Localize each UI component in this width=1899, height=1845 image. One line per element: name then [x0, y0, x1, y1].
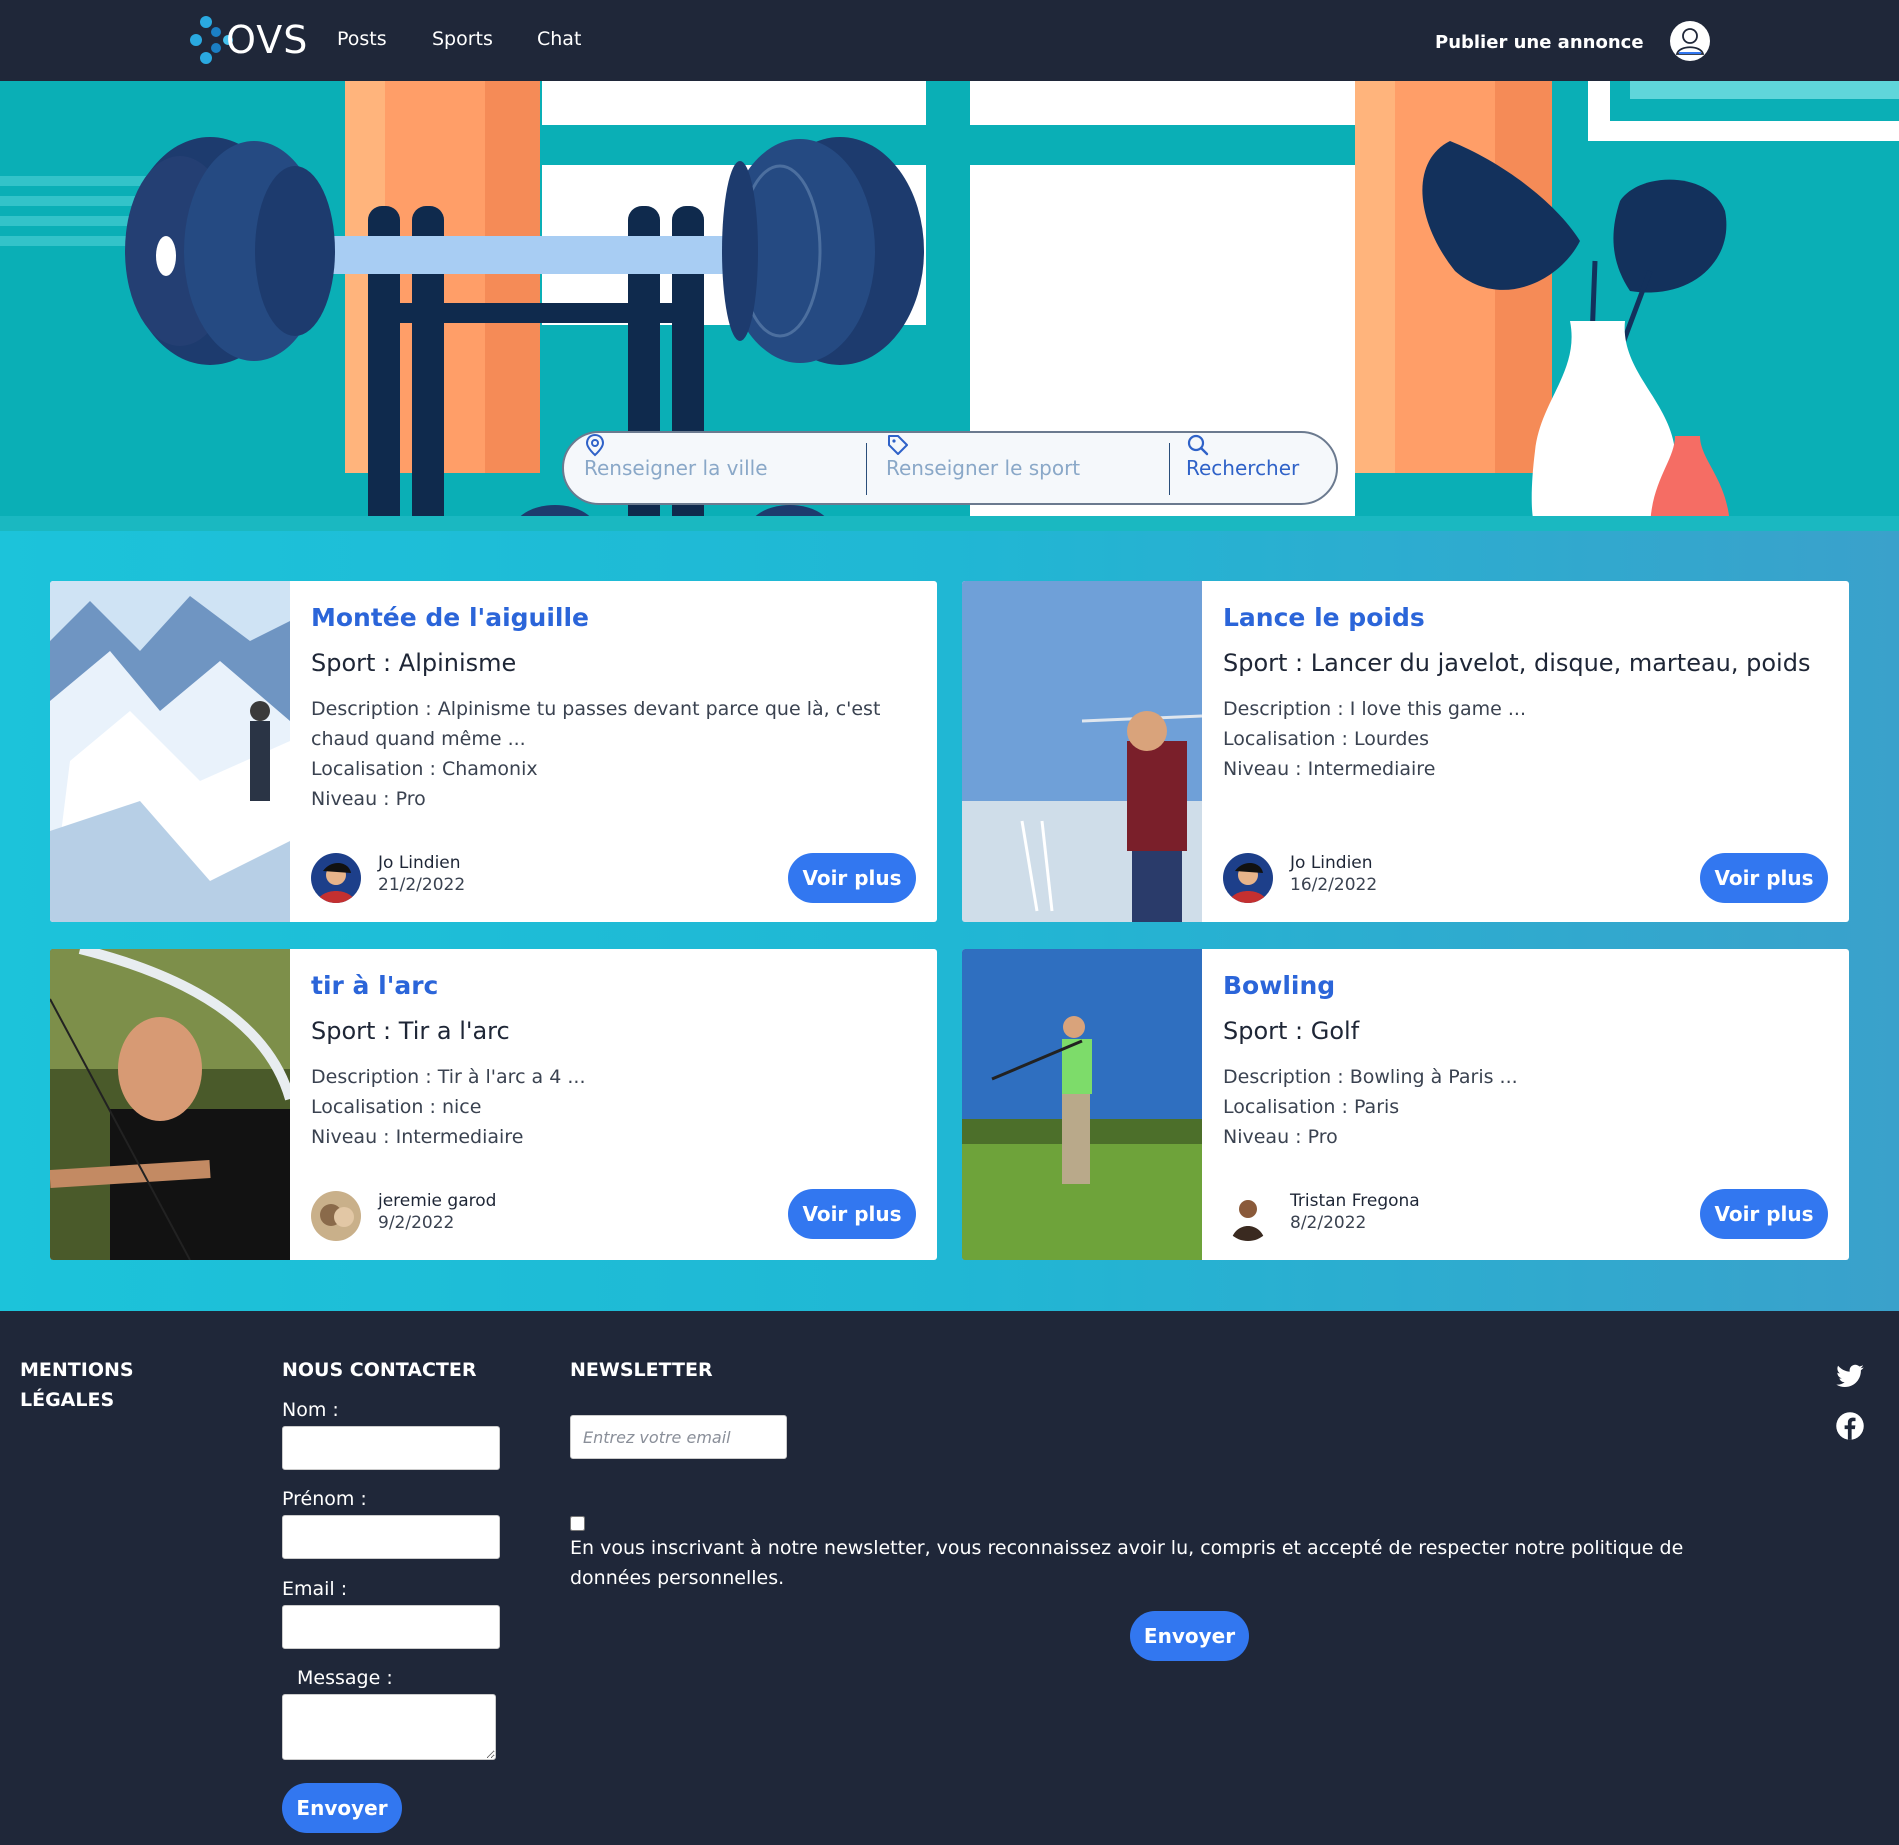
logo-text: OVS — [226, 18, 309, 62]
author-avatar — [311, 853, 361, 903]
post-info: Description : Bowling à Paris ... Locali… — [1223, 1062, 1823, 1152]
post-info: Description : Alpinisme tu passes devant… — [311, 694, 911, 814]
post-level: Niveau : Pro — [1223, 1126, 1338, 1148]
newsletter-email-input[interactable] — [570, 1415, 787, 1459]
user-icon — [1675, 28, 1705, 55]
contact-send-button[interactable]: Envoyer — [282, 1783, 402, 1833]
post-sport: Sport : Tir a l'arc — [311, 1017, 510, 1045]
newsletter-send-button[interactable]: Envoyer — [1130, 1611, 1249, 1661]
post-title[interactable]: tir à l'arc — [311, 971, 438, 1000]
nav-link-posts[interactable]: Posts — [337, 28, 387, 50]
post-date: 9/2/2022 — [378, 1213, 455, 1233]
author-name: Tristan Fregona — [1290, 1191, 1420, 1211]
sport-field — [886, 433, 1116, 503]
footer: MENTIONS LÉGALES NOUS CONTACTER Nom : Pr… — [0, 1311, 1899, 1845]
post-description: Description : I love this game ... — [1223, 698, 1526, 720]
post-sport: Sport : Golf — [1223, 1017, 1360, 1045]
post-card: Montée de l'aiguille Sport : Alpinisme D… — [50, 581, 937, 922]
post-description: Description : Bowling à Paris ... — [1223, 1066, 1518, 1088]
email-label: Email : — [282, 1578, 348, 1600]
post-location: Localisation : Lourdes — [1223, 728, 1429, 750]
user-avatar[interactable] — [1670, 21, 1710, 61]
author-avatar — [1223, 1191, 1273, 1241]
post-info: Description : Tir à l'arc a 4 ... Locali… — [311, 1062, 911, 1152]
publish-ad-link[interactable]: Publier une annonce — [1435, 32, 1644, 53]
message-label: Message : — [297, 1667, 393, 1689]
search-separator — [1169, 443, 1170, 495]
post-title[interactable]: Bowling — [1223, 971, 1335, 1000]
newsletter-heading: NEWSLETTER — [570, 1359, 713, 1381]
search-separator — [866, 443, 867, 495]
post-card: Bowling Sport : Golf Description : Bowli… — [962, 949, 1849, 1260]
hero-banner: Rechercher — [0, 81, 1899, 531]
prenom-label: Prénom : — [282, 1488, 367, 1510]
search-button[interactable]: Rechercher — [1186, 433, 1299, 503]
author-avatar — [311, 1191, 361, 1241]
nom-input[interactable] — [282, 1426, 500, 1470]
post-image-archery — [50, 949, 290, 1260]
author-avatar — [1223, 853, 1273, 903]
city-input[interactable] — [584, 456, 814, 480]
author-name: Jo Lindien — [1290, 853, 1373, 873]
post-card: tir à l'arc Sport : Tir a l'arc Descript… — [50, 949, 937, 1260]
nav-link-sports[interactable]: Sports — [432, 28, 493, 50]
post-location: Localisation : nice — [311, 1096, 482, 1118]
search-icon — [1187, 434, 1209, 456]
tag-icon — [888, 435, 908, 455]
contact-heading: NOUS CONTACTER — [282, 1359, 477, 1381]
post-level: Niveau : Intermediaire — [1223, 758, 1436, 780]
post-sport: Sport : Alpinisme — [311, 649, 517, 677]
see-more-button[interactable]: Voir plus — [1700, 853, 1828, 903]
newsletter-consent-checkbox[interactable] — [570, 1516, 585, 1531]
post-card: Lance le poids Sport : Lancer du javelot… — [962, 581, 1849, 922]
see-more-button[interactable]: Voir plus — [1700, 1189, 1828, 1239]
city-field — [584, 433, 814, 503]
sport-input[interactable] — [886, 456, 1116, 480]
post-title[interactable]: Montée de l'aiguille — [311, 603, 589, 632]
prenom-input[interactable] — [282, 1515, 500, 1559]
author-name: Jo Lindien — [378, 853, 461, 873]
nom-label: Nom : — [282, 1399, 339, 1421]
see-more-button[interactable]: Voir plus — [788, 1189, 916, 1239]
newsletter-consent-text: En vous inscrivant à notre newsletter, v… — [570, 1537, 1684, 1589]
posts-section: Montée de l'aiguille Sport : Alpinisme D… — [0, 531, 1899, 1311]
post-location: Localisation : Paris — [1223, 1096, 1400, 1118]
twitter-icon[interactable] — [1835, 1361, 1865, 1391]
top-navbar: OVS Posts Sports Chat Publier une annonc… — [0, 0, 1899, 81]
location-pin-icon — [585, 433, 605, 457]
author-name: jeremie garod — [378, 1191, 497, 1211]
post-date: 21/2/2022 — [378, 875, 466, 895]
nav-link-chat[interactable]: Chat — [537, 28, 581, 50]
post-location: Localisation : Chamonix — [311, 758, 538, 780]
post-info: Description : I love this game ... Local… — [1223, 694, 1823, 784]
post-date: 16/2/2022 — [1290, 875, 1378, 895]
post-date: 8/2/2022 — [1290, 1213, 1367, 1233]
see-more-button[interactable]: Voir plus — [788, 853, 916, 903]
post-image-golf — [962, 949, 1202, 1260]
post-image-javelin — [962, 581, 1202, 922]
post-image-mountaineering — [50, 581, 290, 922]
email-input[interactable] — [282, 1605, 500, 1649]
post-level: Niveau : Pro — [311, 788, 426, 810]
search-button-label: Rechercher — [1186, 456, 1300, 480]
facebook-icon[interactable] — [1835, 1411, 1865, 1441]
message-textarea[interactable] — [282, 1694, 496, 1760]
post-sport: Sport : Lancer du javelot, disque, marte… — [1223, 649, 1811, 677]
post-description: Description : Tir à l'arc a 4 ... — [311, 1066, 586, 1088]
post-title[interactable]: Lance le poids — [1223, 603, 1425, 632]
legal-mentions-link[interactable]: MENTIONS LÉGALES — [20, 1355, 170, 1415]
post-description: Description : Alpinisme tu passes devant… — [311, 698, 881, 750]
post-level: Niveau : Intermediaire — [311, 1126, 524, 1148]
search-bar: Rechercher — [562, 431, 1338, 505]
